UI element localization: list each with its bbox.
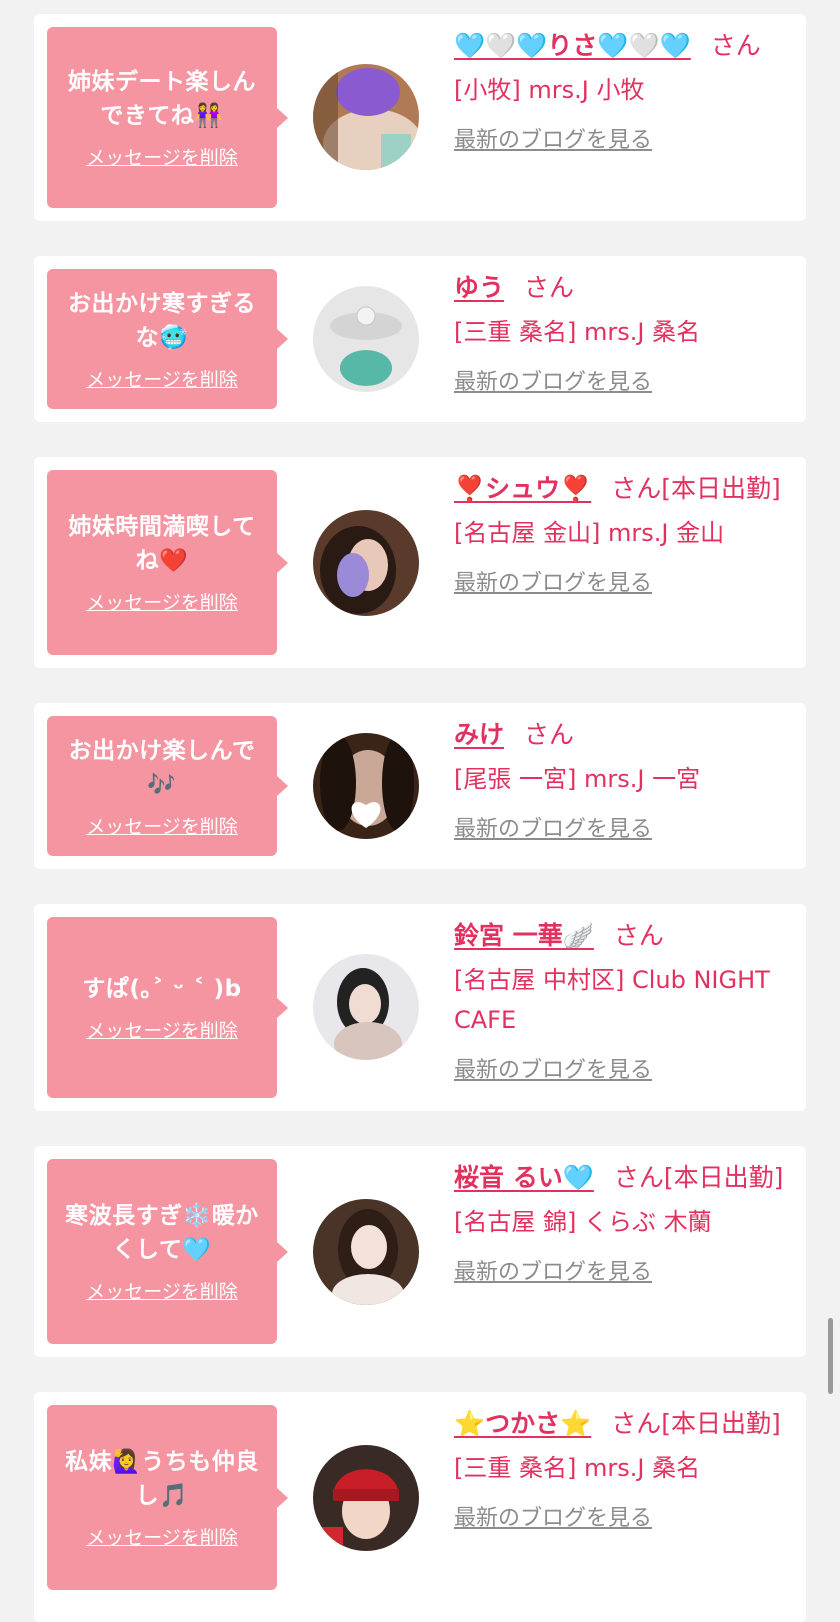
blog-link[interactable]: 最新のブログを見る [454, 1052, 652, 1084]
message-bubble: お出かけ寒すぎるな🥶 メッセージを削除 [47, 269, 288, 409]
avatar[interactable] [313, 510, 419, 616]
message-text: お出かけ楽しんで🎶 [68, 737, 256, 798]
cast-name-link[interactable]: ゆう [454, 273, 504, 302]
cast-suffix: さん [524, 720, 575, 749]
shop-label: [名古屋 錦] くらぶ 木蘭 [454, 1208, 712, 1236]
cast-info: 桜音 るい🩵 さん[本日出勤] [名古屋 錦] くらぶ 木蘭 最新のブログを見る [454, 1156, 794, 1286]
shop-label: [小牧] mrs.J 小牧 [454, 76, 645, 104]
cast-name-link[interactable]: ⭐️つかさ⭐️ [454, 1409, 591, 1438]
shop-label: [名古屋 金山] mrs.J 金山 [454, 519, 725, 547]
cast-name-link[interactable]: 桜音 るい🩵 [454, 1163, 594, 1192]
blog-link[interactable]: 最新のブログを見る [454, 811, 652, 843]
message-bubble: 姉妹時間満喫してね❤️ メッセージを削除 [47, 470, 288, 655]
message-text: 姉妹デート楽しんできてね👭 [68, 69, 256, 129]
scrollbar[interactable] [828, 1318, 833, 1394]
message-card: 姉妹デート楽しんできてね👭 メッセージを削除 🩵🤍🩵りさ🩵🤍🩵 さん [小牧] m… [34, 14, 806, 221]
avatar[interactable] [313, 733, 419, 839]
message-card: 私妹🙋‍♀️うちも仲良し🎵 メッセージを削除 ⭐️つかさ⭐️ さん[本日出勤] [… [34, 1392, 806, 1622]
avatar[interactable] [313, 954, 419, 1060]
delete-message-link[interactable]: メッセージを削除 [86, 365, 238, 392]
message-text: お出かけ寒すぎるな🥶 [68, 290, 256, 351]
delete-message-link[interactable]: メッセージを削除 [86, 1277, 238, 1304]
cast-suffix: さん [710, 31, 761, 60]
cast-name-link[interactable]: みけ [454, 720, 504, 749]
avatar[interactable] [313, 1445, 419, 1551]
delete-message-link[interactable]: メッセージを削除 [86, 1016, 238, 1043]
shop-label: [尾張 一宮] mrs.J 一宮 [454, 765, 701, 793]
cast-suffix: さん [613, 921, 664, 950]
cast-suffix: さん[本日出勤] [613, 1163, 784, 1192]
cast-info: ゆう さん [三重 桑名] mrs.J 桑名 最新のブログを見る [454, 266, 794, 396]
message-card: お出かけ寒すぎるな🥶 メッセージを削除 ゆう さん [三重 桑名] mrs.J 桑… [34, 256, 806, 422]
avatar[interactable] [313, 1199, 419, 1305]
blog-link[interactable]: 最新のブログを見る [454, 364, 652, 396]
avatar[interactable] [313, 64, 419, 170]
blog-link[interactable]: 最新のブログを見る [454, 565, 652, 597]
avatar[interactable] [313, 286, 419, 392]
cast-info: みけ さん [尾張 一宮] mrs.J 一宮 最新のブログを見る [454, 713, 794, 843]
message-bubble: 姉妹デート楽しんできてね👭 メッセージを削除 [47, 27, 288, 208]
shop-label: [名古屋 中村区] Club NIGHT CAFE [454, 966, 770, 1034]
cast-info: 🩵🤍🩵りさ🩵🤍🩵 さん [小牧] mrs.J 小牧 最新のブログを見る [454, 24, 794, 154]
message-text: 私妹🙋‍♀️うちも仲良し🎵 [65, 1449, 259, 1509]
message-card: すぱ(｡˃ ᵕ ˂ )b メッセージを削除 鈴宮 一華🪽 さん [名古屋 中村区]… [34, 904, 806, 1111]
message-bubble: すぱ(｡˃ ᵕ ˂ )b メッセージを削除 [47, 917, 288, 1098]
cast-info: ⭐️つかさ⭐️ さん[本日出勤] [三重 桑名] mrs.J 桑名 最新のブログを… [454, 1402, 794, 1532]
message-bubble: お出かけ楽しんで🎶 メッセージを削除 [47, 716, 288, 856]
message-bubble: 寒波長すぎ❄️暖かくして🩵 メッセージを削除 [47, 1159, 288, 1344]
cast-name-link[interactable]: 鈴宮 一華🪽 [454, 921, 594, 950]
delete-message-link[interactable]: メッセージを削除 [86, 1523, 238, 1550]
blog-link[interactable]: 最新のブログを見る [454, 1500, 652, 1532]
message-text: 寒波長すぎ❄️暖かくして🩵 [65, 1203, 259, 1263]
cast-suffix: さん [524, 273, 575, 302]
cast-name-link[interactable]: ❣️シュウ❣️ [454, 474, 591, 503]
shop-label: [三重 桑名] mrs.J 桑名 [454, 1454, 701, 1482]
cast-suffix: さん[本日出勤] [611, 474, 781, 503]
delete-message-link[interactable]: メッセージを削除 [86, 588, 238, 615]
message-card: 寒波長すぎ❄️暖かくして🩵 メッセージを削除 桜音 るい🩵 さん[本日出勤] [名… [34, 1146, 806, 1357]
blog-link[interactable]: 最新のブログを見る [454, 1254, 652, 1286]
cast-name-link[interactable]: 🩵🤍🩵りさ🩵🤍🩵 [454, 31, 691, 60]
delete-message-link[interactable]: メッセージを削除 [86, 812, 238, 839]
cast-info: ❣️シュウ❣️ さん[本日出勤] [名古屋 金山] mrs.J 金山 最新のブログ… [454, 467, 794, 597]
shop-label: [三重 桑名] mrs.J 桑名 [454, 318, 701, 346]
message-text: 姉妹時間満喫してね❤️ [68, 514, 256, 574]
message-bubble: 私妹🙋‍♀️うちも仲良し🎵 メッセージを削除 [47, 1405, 288, 1590]
blog-link[interactable]: 最新のブログを見る [454, 122, 652, 154]
message-card: お出かけ楽しんで🎶 メッセージを削除 みけ さん [尾張 一宮] mrs.J 一宮… [34, 703, 806, 869]
message-card: 姉妹時間満喫してね❤️ メッセージを削除 ❣️シュウ❣️ さん[本日出勤] [名古… [34, 457, 806, 668]
cast-suffix: さん[本日出勤] [611, 1409, 781, 1438]
delete-message-link[interactable]: メッセージを削除 [86, 143, 238, 170]
cast-info: 鈴宮 一華🪽 さん [名古屋 中村区] Club NIGHT CAFE 最新のブロ… [454, 914, 794, 1084]
message-text: すぱ(｡˃ ᵕ ˂ )b [82, 976, 242, 1002]
